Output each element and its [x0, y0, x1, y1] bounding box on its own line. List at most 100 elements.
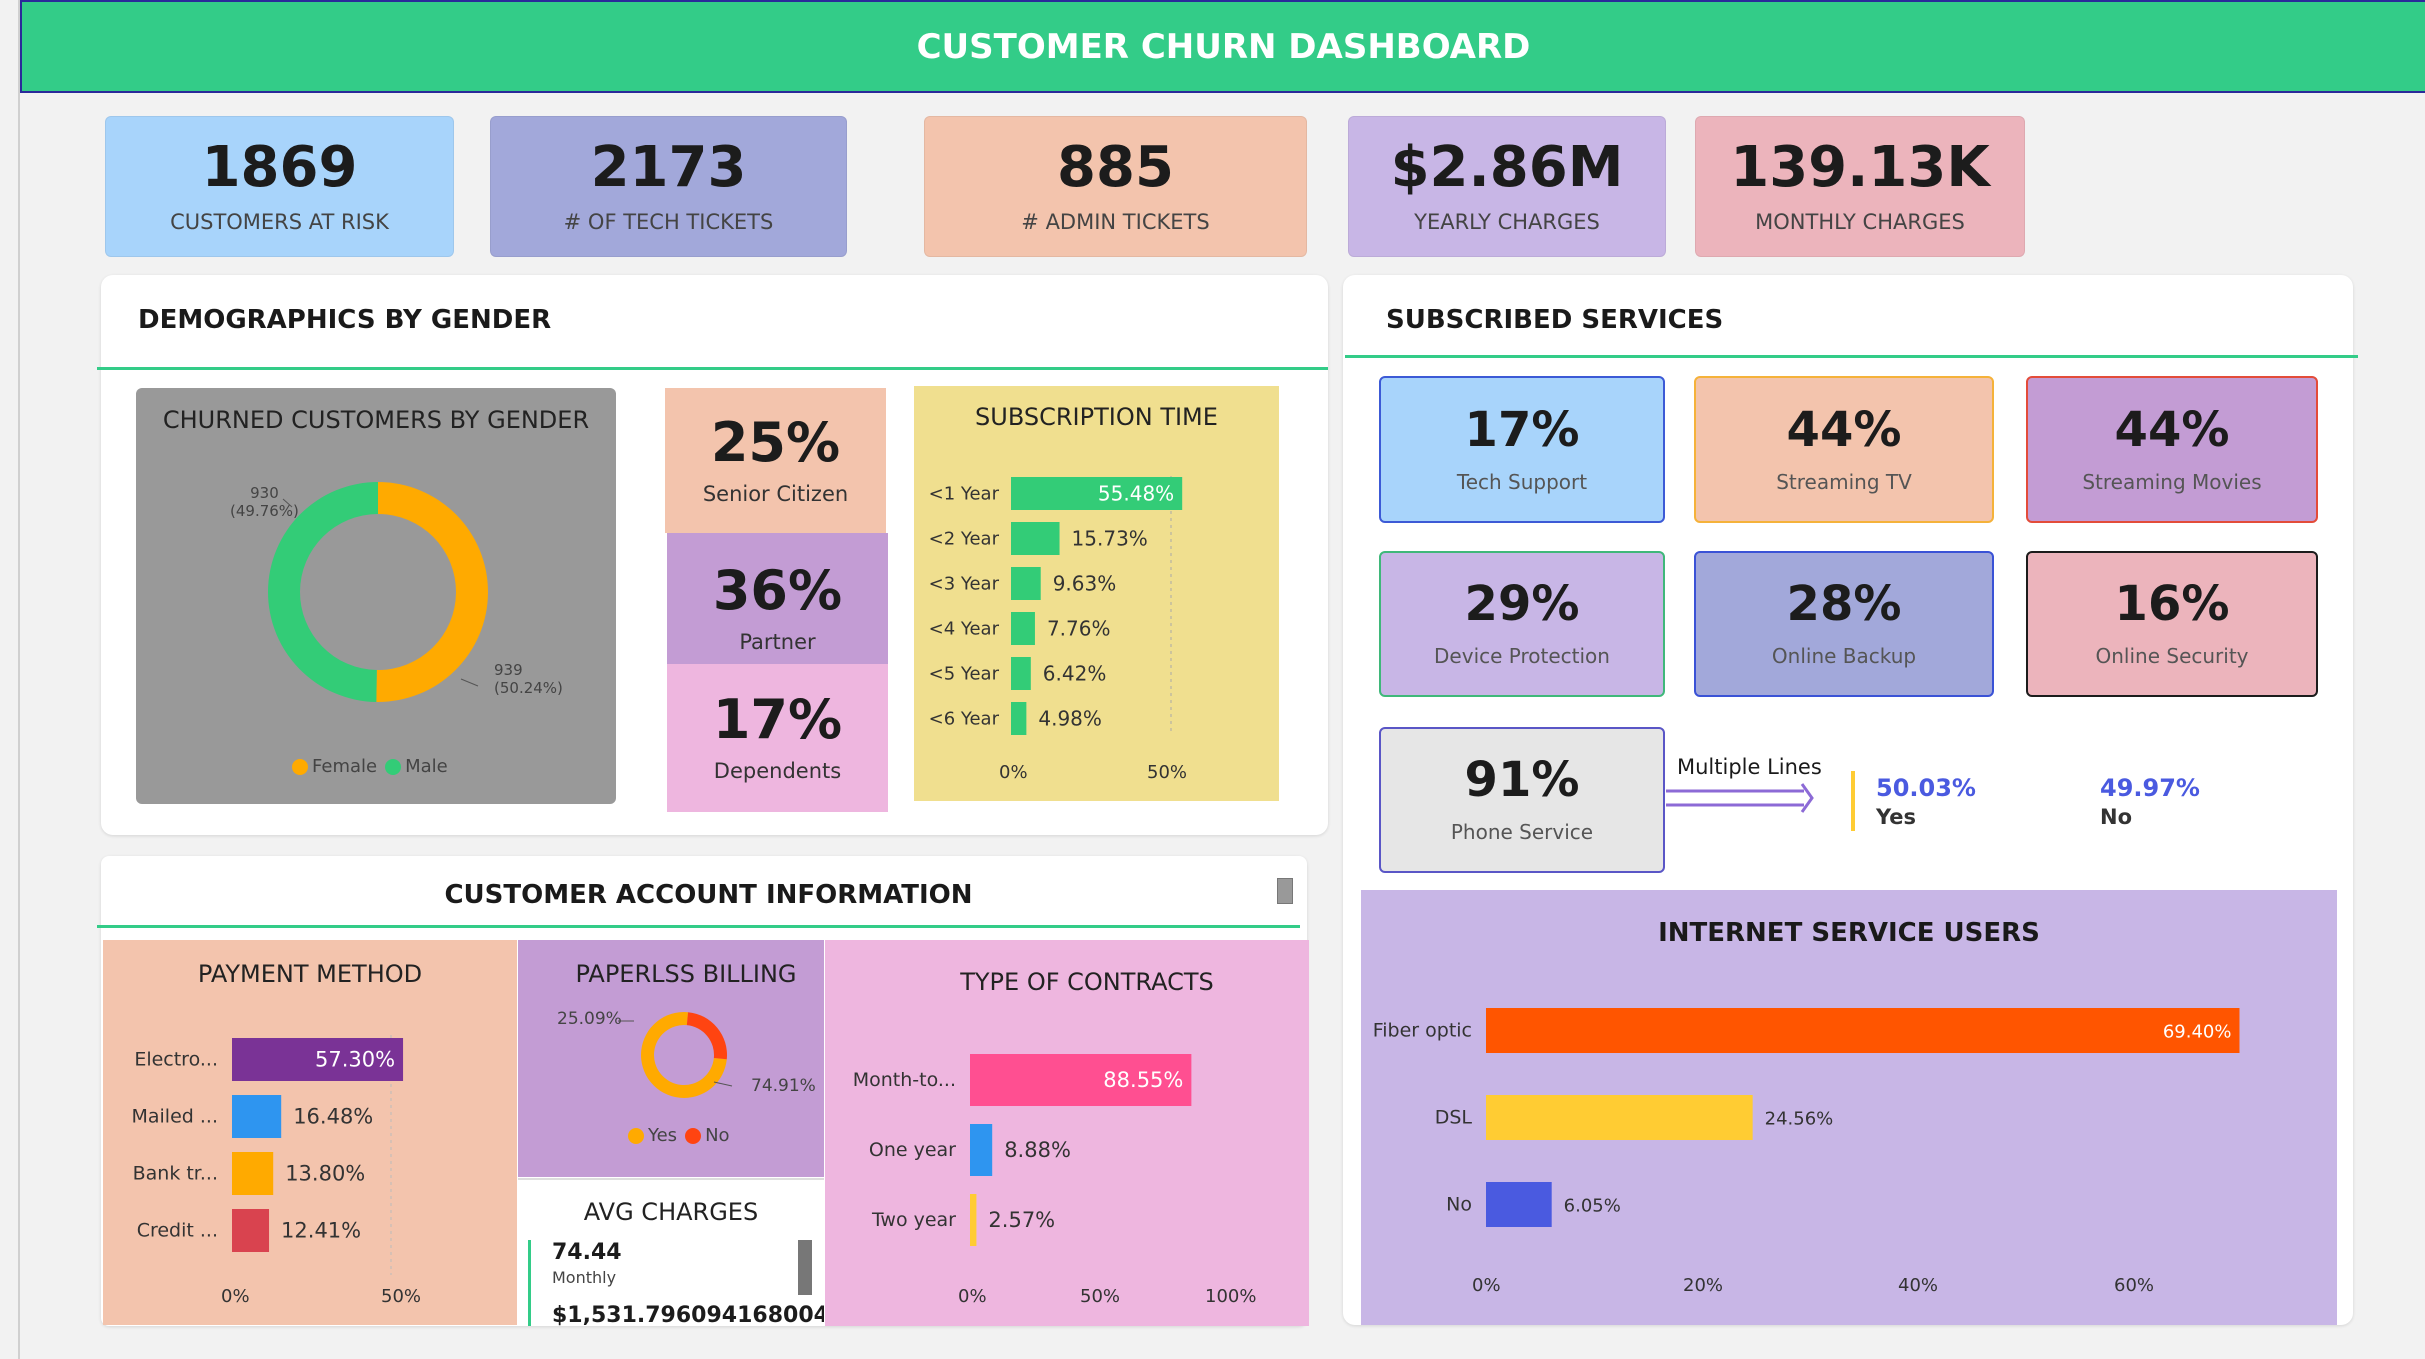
avg-monthly-value: 74.44	[552, 1240, 622, 1265]
x-tick: 0%	[999, 762, 1028, 783]
bar[interactable]	[1011, 657, 1031, 690]
male-pct: (49.76%)	[230, 502, 299, 520]
dependents-stat[interactable]: 17% Dependents	[667, 664, 888, 812]
service-label: Phone Service	[1450, 820, 1594, 844]
bar[interactable]	[1011, 612, 1035, 645]
service-value: 91%	[1464, 752, 1580, 808]
x-tick: 20%	[1683, 1275, 1724, 1296]
service-label: Streaming TV	[1776, 469, 1912, 494]
senior-citizen-stat[interactable]: 25% Senior Citizen	[665, 388, 886, 533]
paperless-yes-pct: 74.91%	[751, 1076, 816, 1096]
bar[interactable]	[232, 1209, 270, 1252]
male-legend-dot	[385, 758, 402, 775]
legend-no: No	[705, 1125, 730, 1146]
service-value: 29%	[1464, 576, 1580, 632]
bar[interactable]	[970, 1194, 977, 1246]
dashboard-title: CUSTOMER CHURN DASHBOARD	[916, 26, 1531, 67]
gender-donut	[268, 482, 489, 702]
avg-accent-bar	[528, 1240, 531, 1326]
data-label: 57.30%	[315, 1048, 395, 1072]
stat-label: Dependents	[713, 759, 842, 783]
kpi-tech-tickets[interactable]: 2173 # OF TECH TICKETS	[490, 116, 847, 257]
demographics-title: DEMOGRAPHICS BY GENDER	[138, 305, 552, 335]
divider	[97, 925, 1300, 928]
data-label: 55.48%	[1098, 482, 1174, 506]
bar[interactable]	[1486, 1008, 2240, 1053]
paperless-legend: Yes No	[628, 1125, 730, 1146]
category-label: Electro...	[134, 1049, 218, 1071]
category-label: Credit ...	[137, 1220, 218, 1242]
avg-monthly-label: Monthly	[552, 1268, 617, 1287]
service-value: 44%	[2114, 401, 2230, 458]
multiple-lines-no-label: No	[2100, 805, 2133, 829]
x-tick: 50%	[381, 1286, 422, 1307]
data-label: 16.48%	[293, 1105, 373, 1129]
category-label: No	[1446, 1194, 1472, 1216]
kpi-yearly-charges[interactable]: $2.86M YEARLY CHARGES	[1348, 116, 1666, 257]
bar[interactable]	[970, 1124, 993, 1176]
data-label: 8.88%	[1004, 1138, 1071, 1162]
kpi-label: # OF TECH TICKETS	[563, 209, 774, 234]
kpi-value: 1869	[201, 134, 358, 200]
category-label: <6 Year	[929, 709, 1000, 730]
service-label: Streaming Movies	[2082, 469, 2262, 494]
bar[interactable]	[1011, 567, 1041, 600]
kpi-value: 2173	[590, 134, 747, 200]
avg-scrollbar[interactable]	[798, 1240, 812, 1295]
category-label: Two year	[871, 1209, 956, 1231]
leader-line	[713, 1081, 733, 1087]
bar[interactable]	[232, 1095, 282, 1138]
bar[interactable]	[1486, 1182, 1552, 1227]
service-device-protection[interactable]: 29% Device Protection	[1379, 551, 1665, 697]
service-streaming-tv[interactable]: 44% Streaming TV	[1694, 376, 1994, 523]
data-label: 4.98%	[1038, 707, 1102, 731]
scroll-handle[interactable]	[1277, 878, 1293, 904]
data-label: 7.76%	[1047, 617, 1111, 641]
female-data-label: 939 (50.24%)	[494, 661, 563, 697]
legend-female: Female	[312, 756, 378, 777]
avg-charges-panel[interactable]: AVG CHARGES 74.44 Monthly $1,531.7960941…	[518, 1178, 824, 1326]
account-title: CUSTOMER ACCOUNT INFORMATION	[444, 880, 973, 910]
title-banner: CUSTOMER CHURN DASHBOARD	[20, 0, 2425, 93]
service-value: 16%	[2114, 576, 2230, 632]
x-tick: 50%	[1147, 762, 1188, 783]
leader-line	[460, 678, 479, 687]
service-phone-service[interactable]: 91% Phone Service	[1379, 727, 1665, 873]
bar[interactable]	[1486, 1095, 1753, 1140]
multiple-lines-label: Multiple Lines	[1677, 755, 1822, 779]
avg-total-value: $1,531.796094168004	[552, 1303, 824, 1326]
donut-slice-no	[686, 1012, 727, 1060]
male-data-label: 930 (49.76%)	[230, 484, 299, 520]
service-streaming-movies[interactable]: 44% Streaming Movies	[2026, 376, 2318, 523]
partner-stat[interactable]: 36% Partner	[667, 533, 888, 664]
bar[interactable]	[1011, 522, 1060, 555]
service-online-security[interactable]: 16% Online Security	[2026, 551, 2318, 697]
male-count: 930	[250, 484, 279, 502]
legend-yes: Yes	[648, 1125, 678, 1146]
paperless-no-pct: 25.09%	[557, 1009, 622, 1029]
data-label: 6.42%	[1043, 662, 1107, 686]
kpi-monthly-charges[interactable]: 139.13K MONTHLY CHARGES	[1695, 116, 2025, 257]
service-online-backup[interactable]: 28% Online Backup	[1694, 551, 1994, 697]
category-label: Month-to...	[853, 1069, 956, 1091]
kpi-label: CUSTOMERS AT RISK	[170, 209, 389, 234]
no-legend-dot	[685, 1127, 702, 1144]
stat-value: 17%	[712, 688, 843, 751]
category-label: <5 Year	[929, 664, 1000, 685]
stat-label: Senior Citizen	[702, 481, 849, 506]
service-label: Online Security	[2095, 644, 2249, 668]
yes-legend-dot	[628, 1127, 644, 1144]
x-tick: 0%	[1472, 1275, 1501, 1296]
kpi-customers-at-risk[interactable]: 1869 CUSTOMERS AT RISK	[105, 116, 454, 257]
donut-slice-female	[376, 482, 489, 702]
x-tick: 0%	[958, 1286, 987, 1307]
multiple-lines-yes-value: 50.03%	[1876, 774, 1976, 802]
bar[interactable]	[232, 1152, 274, 1195]
kpi-admin-tickets[interactable]: 885 # ADMIN TICKETS	[924, 116, 1307, 257]
gender-legend: Female Male	[292, 756, 448, 777]
kpi-label: YEARLY CHARGES	[1414, 209, 1600, 234]
service-tech-support[interactable]: 17% Tech Support	[1379, 376, 1665, 523]
category-label: <1 Year	[929, 484, 1000, 505]
category-label: DSL	[1435, 1107, 1473, 1129]
bar[interactable]	[1011, 702, 1027, 735]
